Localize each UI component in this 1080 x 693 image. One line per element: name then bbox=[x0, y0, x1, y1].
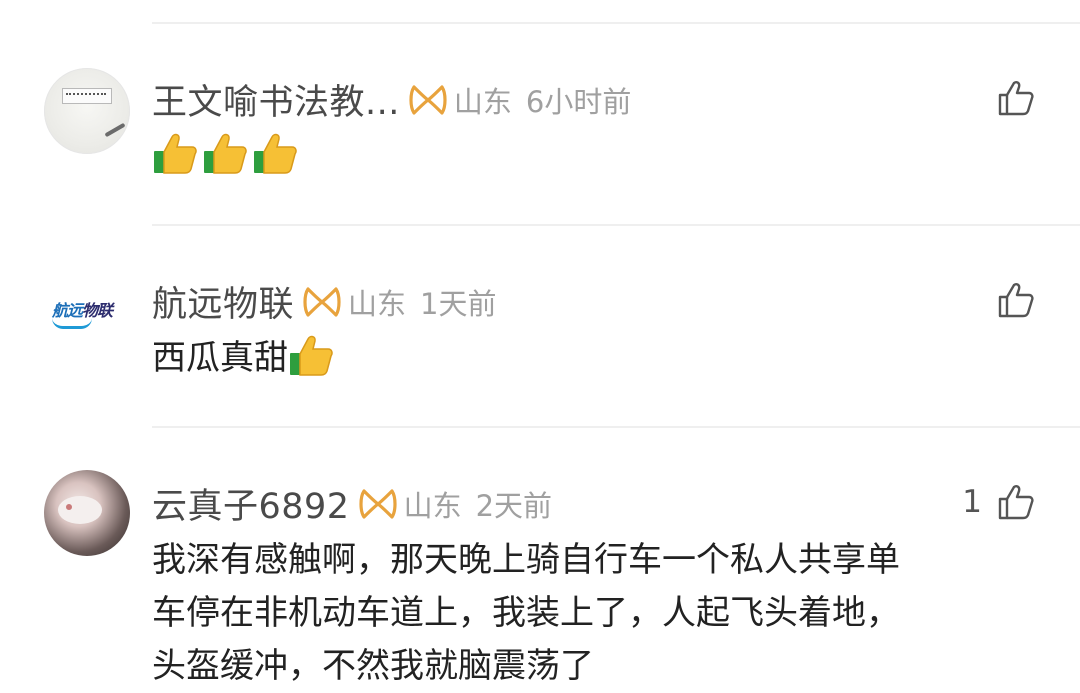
like-button[interactable]: 1 bbox=[962, 482, 1036, 522]
divider bbox=[152, 224, 1080, 226]
avatar-calligraphy bbox=[66, 93, 106, 98]
comment-content: 我深有感触啊，那天晚上骑自行车一个私人共享单 车停在非机动车道上，我装上了，人起… bbox=[152, 534, 900, 693]
comment-content: 西瓜真甜 bbox=[152, 332, 338, 385]
like-button[interactable] bbox=[996, 78, 1036, 118]
vip-badge-icon bbox=[358, 488, 397, 519]
comment-meta: 王文喻书法教... 山东 6小时前 bbox=[152, 74, 645, 125]
thumbs-up-emoji-icon bbox=[154, 133, 197, 174]
username[interactable]: 王文喻书法教... bbox=[152, 74, 400, 125]
avatar[interactable]: 航远物联 bbox=[44, 268, 130, 354]
timestamp: 6小时前 bbox=[525, 84, 632, 119]
comment-text-line: 车停在非机动车道上，我装上了，人起飞头着地， bbox=[152, 593, 900, 633]
vip-badge-icon bbox=[303, 286, 341, 317]
username[interactable]: 云真子6892 bbox=[152, 478, 350, 529]
comment-text-line: 头盔缓冲，不然我就脑震荡了 bbox=[152, 646, 594, 686]
avatar[interactable] bbox=[44, 470, 130, 556]
comment-text-line: 我深有感触啊，那天晚上骑自行车一个私人共享单 bbox=[152, 540, 900, 580]
location-label: 山东 bbox=[453, 84, 512, 119]
divider bbox=[152, 426, 1080, 428]
thumbs-up-emoji-icon bbox=[290, 335, 333, 376]
comment-text: 西瓜真甜 bbox=[152, 338, 288, 378]
thumbs-up-outline-icon bbox=[998, 283, 1034, 318]
vip-badge-icon bbox=[409, 84, 447, 115]
comment-meta: 航远物联 山东 1天前 bbox=[152, 276, 510, 327]
like-button[interactable] bbox=[996, 280, 1036, 320]
thumbs-up-emoji-icon bbox=[204, 133, 247, 174]
timestamp: 2天前 bbox=[475, 488, 553, 523]
comment-meta: 云真子6892 山东 2天前 bbox=[152, 478, 566, 529]
location-label: 山东 bbox=[348, 286, 407, 321]
avatar-brush bbox=[104, 122, 126, 138]
avatar-logo-swoosh bbox=[52, 318, 92, 329]
avatar-photo-detail bbox=[66, 504, 72, 510]
divider bbox=[152, 22, 1080, 24]
avatar[interactable] bbox=[44, 68, 130, 154]
comment-content bbox=[152, 130, 302, 183]
avatar-photo-subject bbox=[58, 496, 102, 524]
like-count: 1 bbox=[962, 484, 982, 520]
thumbs-up-emoji-icon bbox=[254, 133, 297, 174]
thumbs-up-outline-icon bbox=[998, 81, 1034, 116]
thumbs-up-outline-icon bbox=[998, 485, 1034, 520]
location-label: 山东 bbox=[403, 488, 462, 523]
timestamp: 1天前 bbox=[420, 286, 497, 321]
username[interactable]: 航远物联 bbox=[152, 276, 294, 327]
